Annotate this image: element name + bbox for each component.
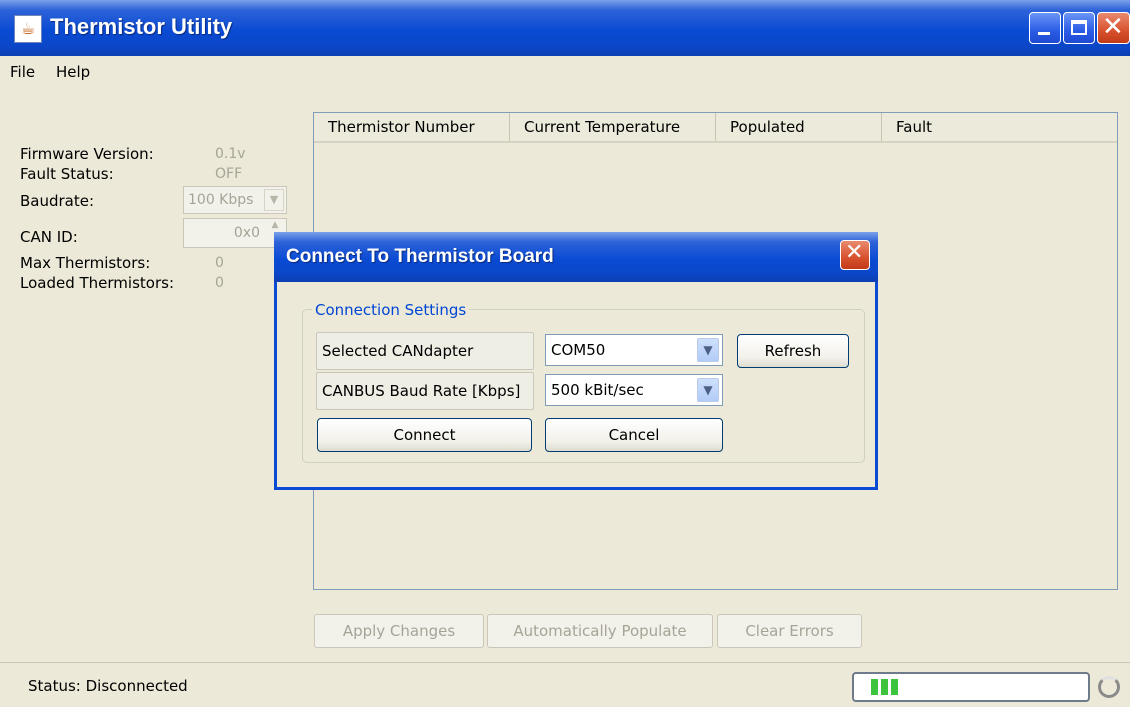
candapter-select[interactable]: COM50 ▼ [545,334,723,366]
chevron-down-icon: ▼ [264,189,284,211]
cancel-button[interactable]: Cancel [545,418,723,452]
baud-rate-value: 500 kBit/sec [551,381,644,399]
progress-block [871,679,878,695]
baudrate-value: 100 Kbps [188,192,254,208]
busy-spinner-icon [1098,676,1120,698]
candapter-label: Selected CANdapter [316,332,534,370]
maximize-button[interactable] [1063,12,1095,44]
fault-value: OFF [215,166,243,182]
progress-bar [852,672,1090,702]
menu-bar: File Help [0,56,1130,90]
column-header[interactable]: Populated [716,113,882,141]
chevron-down-icon: ▼ [697,338,719,362]
canid-spinner[interactable]: 0x0 ▲ [183,218,287,248]
refresh-button[interactable]: Refresh [737,334,849,368]
column-header[interactable]: Thermistor Number [314,113,510,141]
close-icon: ✕ [845,240,864,265]
loaded-thermistors-value: 0 [215,275,224,291]
canid-label: CAN ID: [20,228,78,246]
dialog-close-button[interactable]: ✕ [840,240,870,270]
minimize-button[interactable] [1029,12,1061,44]
auto-populate-button[interactable]: Automatically Populate [487,614,713,648]
column-header[interactable]: Current Temperature [510,113,716,141]
close-icon: ✕ [1102,12,1124,42]
spinner-up-icon[interactable]: ▲ [266,220,284,232]
dialog-title: Connect To Thermistor Board [286,246,554,267]
baud-rate-label: CANBUS Baud Rate [Kbps] [316,372,534,410]
firmware-value: 0.1v [215,146,246,162]
canid-value: 0x0 [233,225,260,241]
minimize-icon [1038,32,1050,35]
progress-block [891,679,898,695]
java-cup-icon: ☕ [14,15,42,43]
clear-errors-button[interactable]: Clear Errors [717,614,862,648]
baud-rate-select[interactable]: 500 kBit/sec ▼ [545,374,723,406]
chevron-down-icon: ▼ [697,378,719,402]
fault-label: Fault Status: [20,165,114,183]
connect-button[interactable]: Connect [317,418,532,452]
group-legend: Connection Settings [312,301,470,319]
firmware-label: Firmware Version: [20,145,154,163]
column-header[interactable]: Fault [882,113,1117,141]
menu-file[interactable]: File [10,63,35,81]
max-thermistors-label: Max Thermistors: [20,254,151,272]
close-button[interactable]: ✕ [1097,12,1130,44]
window-title: Thermistor Utility [50,14,233,39]
progress-block [881,679,888,695]
max-thermistors-value: 0 [215,255,224,271]
baudrate-select[interactable]: 100 Kbps ▼ [183,186,287,214]
table-header: Thermistor Number Current Temperature Po… [314,113,1117,143]
status-text: Status: Disconnected [28,677,188,695]
menu-help[interactable]: Help [56,63,90,81]
apply-changes-button[interactable]: Apply Changes [314,614,484,648]
candapter-value: COM50 [551,341,606,359]
loaded-thermistors-label: Loaded Thermistors: [20,274,174,292]
maximize-icon [1071,20,1087,35]
baudrate-label: Baudrate: [20,192,95,210]
